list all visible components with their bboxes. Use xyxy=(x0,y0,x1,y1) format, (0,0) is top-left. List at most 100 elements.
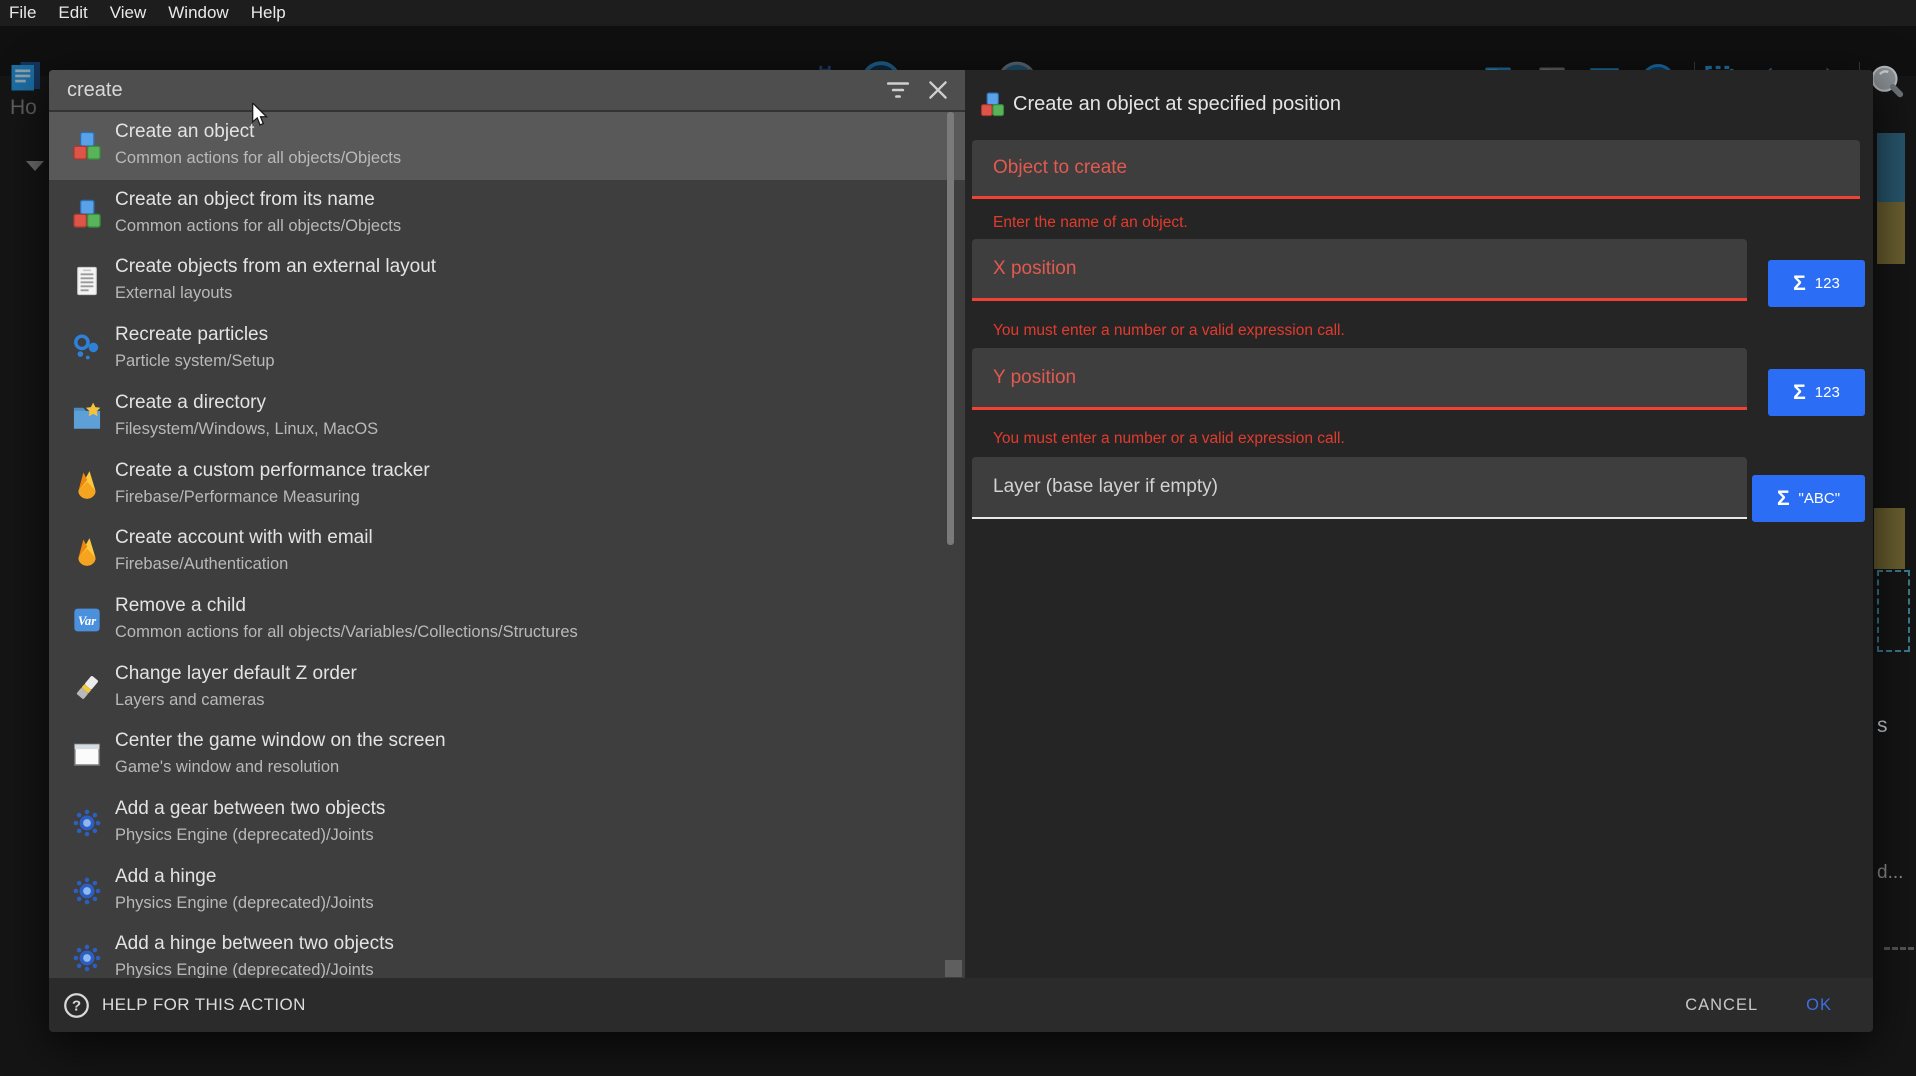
help-icon: ? xyxy=(63,992,90,1019)
action-subtitle: Common actions for all objects/Objects xyxy=(115,149,401,168)
action-title: Remove a child xyxy=(115,595,246,617)
menu-item-file[interactable]: File xyxy=(9,3,36,23)
instruction-editor-dialog: create Create an object Common actions fo… xyxy=(49,70,1873,1032)
menu-item-view[interactable]: View xyxy=(110,3,147,23)
cancel-button[interactable]: CANCEL xyxy=(1685,996,1758,1015)
y-expression-button-label: 123 xyxy=(1815,384,1840,401)
action-list-item[interactable]: Create a custom performance tracker Fireb… xyxy=(49,451,965,519)
action-list-item[interactable]: Change layer default Z orderLayers and c… xyxy=(49,654,965,722)
action-title: Add a hinge between two objects xyxy=(115,933,394,955)
physics-icon xyxy=(61,805,113,841)
window-icon xyxy=(61,737,113,773)
action-list-item[interactable]: Add a gear between two objects Physics En… xyxy=(49,789,965,857)
action-title: Center the game window on the screen xyxy=(115,730,446,752)
toolbar: PREVIEW PUBLISH xyxy=(0,26,1916,76)
menu-item-window[interactable]: Window xyxy=(168,3,228,23)
action-list-item[interactable]: Add a hinge between two objects Physics E… xyxy=(49,924,965,978)
chevron-down-icon xyxy=(26,161,44,171)
help-button[interactable]: ? HELP FOR THIS ACTION xyxy=(63,992,306,1019)
action-subtitle: Filesystem/Windows, Linux, MacOS xyxy=(115,420,378,439)
action-list-item[interactable]: Var Remove a child Common actions for all … xyxy=(49,586,965,654)
search-icon[interactable] xyxy=(1868,63,1904,99)
scrollbar-corner xyxy=(945,960,962,977)
particles-icon xyxy=(61,331,113,367)
menu-item-help[interactable]: Help xyxy=(251,3,286,23)
x-expression-button-label: 123 xyxy=(1815,275,1840,292)
cubes-icon xyxy=(979,91,1006,118)
action-title: Create account with with email xyxy=(115,527,373,549)
action-list-item[interactable]: Create account with with emailFirebase/A… xyxy=(49,518,965,586)
action-subtitle: External layouts xyxy=(115,284,232,303)
action-title: Create an object xyxy=(115,121,254,143)
var-icon: Var xyxy=(61,602,113,638)
action-title: Add a hinge xyxy=(115,866,216,888)
background-dashes-fragment xyxy=(1884,947,1914,950)
sigma-icon: Σ xyxy=(1793,272,1806,296)
action-list-item[interactable]: Create an object Common actions for all o… xyxy=(49,112,965,180)
project-manager-icon[interactable] xyxy=(7,59,43,95)
ok-button[interactable]: OK xyxy=(1806,996,1832,1015)
physics-icon xyxy=(61,873,113,909)
action-title: Change layer default Z order xyxy=(115,663,357,685)
layer-field[interactable]: Layer (base layer if empty) xyxy=(972,457,1747,519)
action-list-item[interactable]: Create objects from an external layoutEx… xyxy=(49,247,965,315)
filter-icon[interactable] xyxy=(885,77,911,103)
action-title: Create an object from its name xyxy=(115,189,375,211)
sigma-icon: Σ xyxy=(1793,381,1806,405)
menu-item-edit[interactable]: Edit xyxy=(58,3,87,23)
object-to-create-field[interactable]: Object to create xyxy=(972,140,1860,199)
x-expression-button[interactable]: Σ 123 xyxy=(1768,260,1865,307)
action-title: Add a gear between two objects xyxy=(115,798,385,820)
action-subtitle: Physics Engine (deprecated)/Joints xyxy=(115,961,374,978)
layer-placeholder: Layer (base layer if empty) xyxy=(993,476,1218,498)
search-input[interactable]: create xyxy=(67,79,885,102)
cubes-icon xyxy=(61,128,113,164)
action-detail-panel: Create an object at specified position O… xyxy=(965,70,1873,978)
action-subtitle: Particle system/Setup xyxy=(115,352,275,371)
action-subtitle: Common actions for all objects/Variables… xyxy=(115,623,578,642)
action-title: Recreate particles xyxy=(115,324,268,346)
layer-expression-button-label: "ABC" xyxy=(1799,490,1841,507)
close-icon[interactable] xyxy=(925,77,951,103)
background-text-fragment: d... xyxy=(1877,862,1903,884)
x-position-placeholder: X position xyxy=(993,258,1076,280)
search-bar[interactable]: create xyxy=(49,70,965,112)
folder-star-icon xyxy=(61,399,113,435)
svg-text:Var: Var xyxy=(78,614,97,628)
background-text-fragment: s xyxy=(1877,714,1888,738)
document-icon xyxy=(61,263,113,299)
help-button-label: HELP FOR THIS ACTION xyxy=(102,995,306,1015)
object-helper-text: Enter the name of an object. xyxy=(993,214,1188,232)
dialog-footer: ? HELP FOR THIS ACTION CANCEL OK xyxy=(49,978,1873,1032)
action-subtitle: Physics Engine (deprecated)/Joints xyxy=(115,894,374,913)
action-title: Create a custom performance tracker xyxy=(115,460,430,482)
action-list-item[interactable]: Create a directory Filesystem/Windows, Li… xyxy=(49,383,965,451)
action-subtitle: Physics Engine (deprecated)/Joints xyxy=(115,826,374,845)
list-scrollbar[interactable] xyxy=(947,112,954,545)
action-list-item[interactable]: Create an object from its name Common act… xyxy=(49,180,965,248)
x-position-field[interactable]: X position xyxy=(972,239,1747,301)
sigma-icon: Σ xyxy=(1777,487,1790,511)
eraser-icon xyxy=(61,670,113,706)
y-position-field[interactable]: Y position xyxy=(972,348,1747,410)
cubes-icon xyxy=(61,196,113,232)
background-object-fragment xyxy=(1877,202,1905,264)
background-object-fragment xyxy=(1877,133,1905,202)
action-list-item[interactable]: Center the game window on the screenGame… xyxy=(49,721,965,789)
layer-expression-button[interactable]: Σ "ABC" xyxy=(1752,475,1865,522)
action-list-item[interactable]: Recreate particles Particle system/Setup xyxy=(49,315,965,383)
firebase-icon xyxy=(61,467,113,503)
y-helper-text: You must enter a number or a valid expre… xyxy=(993,430,1345,448)
home-tab-fragment: Ho xyxy=(10,96,37,120)
firebase-icon xyxy=(61,534,113,570)
action-list-item[interactable]: Add a hinge Physics Engine (deprecated)/J… xyxy=(49,857,965,925)
y-expression-button[interactable]: Σ 123 xyxy=(1768,369,1865,416)
x-helper-text: You must enter a number or a valid expre… xyxy=(993,322,1345,340)
action-subtitle: Common actions for all objects/Objects xyxy=(115,217,401,236)
action-title: Create a directory xyxy=(115,392,266,414)
action-subtitle: Firebase/Performance Measuring xyxy=(115,488,360,507)
background-selection-outline xyxy=(1877,570,1910,652)
background-object-fragment xyxy=(1874,508,1905,569)
app-window: File Edit View Window Help PREVIEW PUBLISH H… xyxy=(0,0,1916,1076)
menu-bar: File Edit View Window Help xyxy=(0,0,1916,26)
